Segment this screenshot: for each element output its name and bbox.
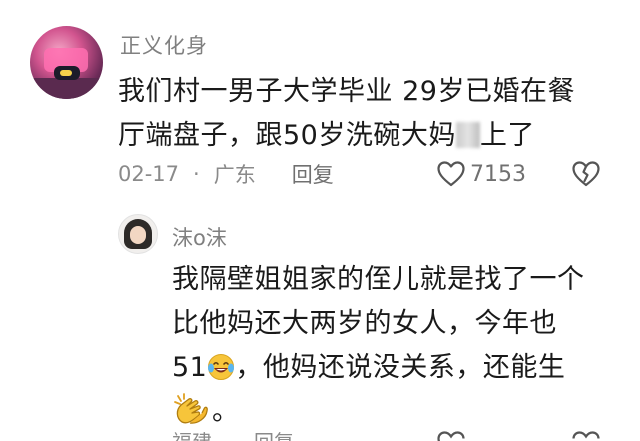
censored-patch — [455, 122, 480, 148]
broken-heart-icon[interactable] — [571, 159, 601, 189]
reply-username[interactable]: 沫o沫 — [172, 222, 227, 252]
reply-location: 福建 — [172, 426, 212, 441]
reply-text-line: 51 ，他妈还说没关系，还能生 — [172, 346, 612, 390]
meta-separator: · — [193, 162, 200, 186]
comment-meta: 02-17 · 广东 回复 — [118, 158, 334, 190]
broken-heart-icon[interactable] — [571, 430, 601, 441]
reply-text-segment: 。 — [212, 396, 240, 427]
comment-username[interactable]: 正义化身 — [120, 30, 208, 60]
comment-text-line: 厅端盘子，跟50岁洗碗大妈 上了 — [118, 114, 618, 158]
reply-reply-button[interactable]: 回复 — [254, 426, 294, 441]
heart-outline-icon[interactable] — [436, 430, 466, 441]
comment-text-line: 我们村一男子大学毕业 29岁已婚在餐 — [118, 76, 575, 107]
reply-text: 我隔壁姐姐家的侄儿就是找了一个 比他妈还大两岁的女人，今年也 51 ，他妈还说没… — [172, 258, 612, 434]
laughing-tears-emoji-icon — [208, 354, 235, 380]
reply-text-line: 我隔壁姐姐家的侄儿就是找了一个 — [172, 264, 585, 295]
comment-text-segment: 上了 — [479, 120, 535, 151]
heart-outline-icon — [437, 161, 465, 187]
comment-thread: 正义化身 我们村一男子大学毕业 29岁已婚在餐 厅端盘子，跟50岁洗碗大妈 上了 … — [0, 0, 640, 441]
clapping-hands-emoji-icon — [174, 393, 208, 424]
comment-text: 我们村一男子大学毕业 29岁已婚在餐 厅端盘子，跟50岁洗碗大妈 上了 — [118, 70, 618, 158]
reply-text-segment: ，他妈还说没关系，还能生 — [235, 352, 566, 383]
reply-avatar[interactable] — [118, 214, 158, 254]
like-button[interactable]: 7153 — [436, 158, 526, 190]
like-count: 7153 — [470, 161, 526, 187]
reply-text-segment: 51 — [172, 352, 208, 383]
comment-location: 广东 — [213, 163, 256, 187]
reply-meta: 福建 回复 — [172, 430, 294, 441]
reply-button[interactable]: 回复 — [292, 159, 334, 189]
avatar[interactable] — [30, 26, 103, 99]
comment-text-segment: 厅端盘子，跟50岁洗碗大妈 — [118, 120, 456, 151]
reply-text-line: 比他妈还大两岁的女人，今年也 — [172, 308, 557, 339]
comment-date: 02-17 — [118, 162, 180, 186]
reply-text-line: 。 — [172, 390, 612, 434]
